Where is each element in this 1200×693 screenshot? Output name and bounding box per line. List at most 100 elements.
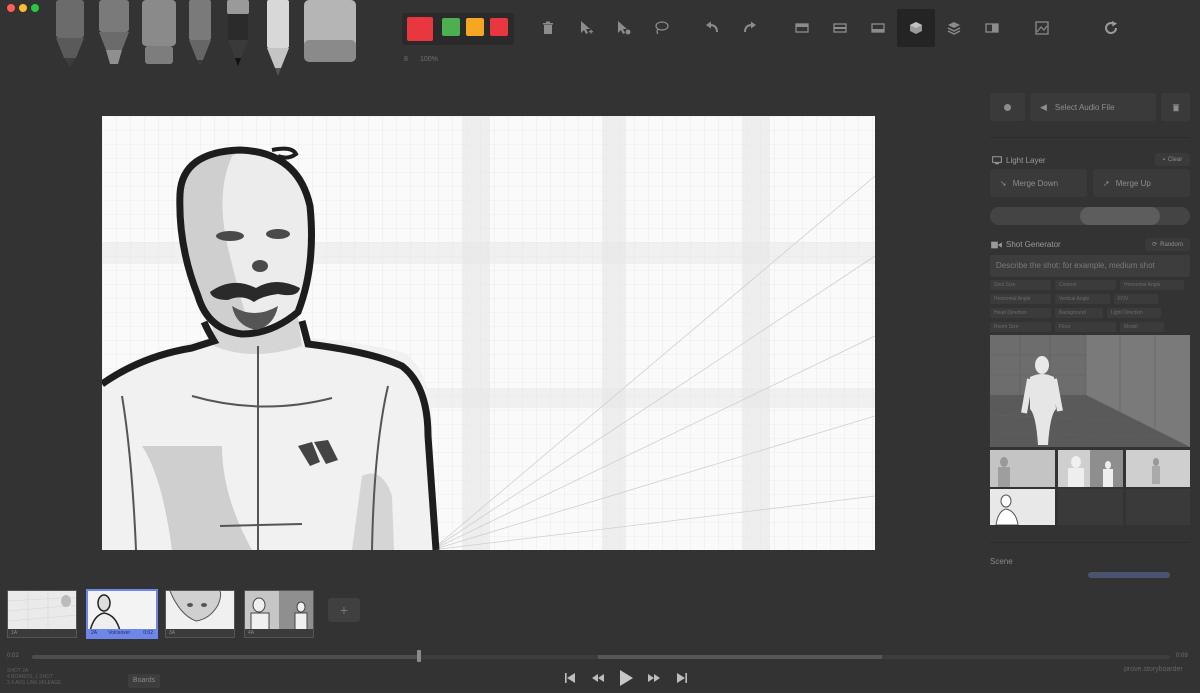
room-preview-graphic <box>990 335 1190 447</box>
add-board-button[interactable]: + <box>328 598 360 622</box>
marker-tool[interactable] <box>140 0 178 68</box>
shot-tag[interactable]: Background <box>1055 308 1103 318</box>
rewind-icon[interactable] <box>590 670 606 686</box>
shot-tag[interactable]: Floor <box>1055 322 1116 332</box>
shot-3d-preview[interactable] <box>990 335 1190 447</box>
board-thumbnail-3[interactable]: 3A <box>165 590 235 638</box>
slider-thumb[interactable] <box>1080 207 1160 225</box>
brush-pen-tool[interactable] <box>96 0 132 68</box>
redo-icon[interactable] <box>739 17 761 39</box>
close-window-button[interactable] <box>7 4 15 12</box>
shot-info-line: 2.4 AVG LINE MILEAGE <box>7 680 62 686</box>
layer-opacity-slider[interactable] <box>990 207 1190 225</box>
camera-thumb-empty <box>1126 489 1190 525</box>
eraser-tool[interactable] <box>302 0 358 68</box>
image-icon[interactable] <box>1031 17 1053 39</box>
scene-dropdown[interactable] <box>1088 572 1170 578</box>
shot-tag[interactable]: Room Size <box>990 322 1051 332</box>
light-pencil-tool[interactable] <box>52 0 88 68</box>
board-thumbnail-1[interactable]: 1A <box>7 590 77 638</box>
shot-tag[interactable]: Content <box>1055 280 1116 290</box>
divider <box>990 137 1190 138</box>
shot-generator-title: Shot Generator <box>1006 240 1061 249</box>
camera-thumb-2[interactable] <box>1058 450 1123 487</box>
tone-pencil-tool[interactable] <box>186 0 214 68</box>
pointer-add-icon[interactable] <box>575 17 597 39</box>
shot-tag[interactable]: Horizontal Angle <box>990 294 1051 304</box>
camera-thumb-graphic <box>990 450 1055 487</box>
shot-description-input[interactable]: Describe the shot: for example, medium s… <box>990 255 1190 277</box>
clear-label: Clear <box>1167 156 1183 163</box>
board-2-graphic <box>88 591 156 632</box>
drawing-canvas[interactable] <box>102 116 875 550</box>
skip-back-icon[interactable] <box>562 670 578 686</box>
fast-forward-icon[interactable] <box>646 670 662 686</box>
shot-tag[interactable]: Horizontal Angle <box>1120 280 1184 290</box>
lasso-icon[interactable] <box>650 17 672 39</box>
board-thumbnail-2-selected[interactable]: 2A Voiceover 0:02 <box>86 589 158 639</box>
brush-opacity-label: 100% <box>420 56 438 63</box>
timeline-playhead[interactable] <box>416 650 421 662</box>
play-icon[interactable] <box>616 667 636 689</box>
shot-tag[interactable]: FOV <box>1114 294 1158 304</box>
monitor-icon <box>992 156 1002 165</box>
cube-icon[interactable] <box>905 17 927 39</box>
plus-icon: + <box>339 602 349 618</box>
board-thumbnail-4[interactable]: 4A <box>244 590 314 638</box>
camera-thumb-empty <box>1058 489 1123 525</box>
color-swatch-red[interactable] <box>490 18 508 36</box>
board-note: Voiceover <box>108 630 131 636</box>
camera-thumb-3[interactable] <box>1126 450 1190 487</box>
boards-button[interactable]: Boards <box>128 674 160 688</box>
timeline-progress <box>32 655 419 659</box>
refresh-icon[interactable] <box>1100 17 1122 39</box>
timeline-board-segment <box>598 655 882 659</box>
layer-a-icon[interactable] <box>791 17 813 39</box>
camera-thumb-4[interactable] <box>990 489 1055 526</box>
color-swatch-green[interactable] <box>442 18 460 36</box>
minimize-window-button[interactable] <box>19 4 27 12</box>
shot-tag[interactable]: Light Direction <box>1107 308 1161 318</box>
layers-icon[interactable] <box>943 17 965 39</box>
zoom-window-button[interactable] <box>31 4 39 12</box>
shot-tag[interactable]: Shot Size <box>990 280 1051 290</box>
eraser-pencil-tool[interactable] <box>264 0 292 78</box>
shot-generator-header: Shot Generator <box>991 240 1061 249</box>
merge-up-icon: ➚ <box>1103 178 1110 188</box>
trash-icon <box>1172 103 1179 111</box>
board-duration: 0:02 <box>143 630 153 636</box>
camera-thumb-1[interactable] <box>990 450 1055 487</box>
timeline-track[interactable] <box>32 655 1170 659</box>
brand-label: prove.storyboarder <box>1124 666 1183 673</box>
board-4-graphic <box>245 591 313 632</box>
color-swatches <box>402 13 514 45</box>
layer-d-icon[interactable] <box>981 17 1003 39</box>
select-audio-button[interactable]: ◀ Select Audio File <box>1030 93 1156 121</box>
shot-tag[interactable]: Model <box>1120 322 1164 332</box>
skip-forward-icon[interactable] <box>674 670 690 686</box>
shot-info: SHOT 2A 4 BOARDS, 1 SHOT 2.4 AVG LINE MI… <box>7 668 61 686</box>
pen-tool[interactable] <box>224 0 252 68</box>
merge-down-label: Merge Down <box>1012 178 1059 188</box>
undo-icon[interactable] <box>701 17 723 39</box>
board-3-graphic <box>166 591 234 631</box>
color-swatch-orange[interactable] <box>466 18 484 36</box>
layer-c-icon[interactable] <box>867 17 889 39</box>
random-icon: ⟳ <box>1152 242 1158 248</box>
trash-icon[interactable] <box>537 17 559 39</box>
board-number: 1A <box>11 630 18 636</box>
layer-b-icon[interactable] <box>829 17 851 39</box>
board-label: 2A Voiceover 0:02 <box>88 629 156 637</box>
shot-tag[interactable]: Head Direction <box>990 308 1051 318</box>
merge-up-button[interactable]: ➚ Merge Up <box>1093 169 1190 197</box>
pointer-remove-icon[interactable] <box>612 17 634 39</box>
random-shot-button[interactable]: ⟳ Random <box>1145 238 1190 251</box>
delete-audio-button[interactable] <box>1161 93 1190 121</box>
merge-down-button[interactable]: ➘ Merge Down <box>990 169 1087 197</box>
current-time: 0:02 <box>7 653 19 659</box>
record-audio-button[interactable] <box>990 93 1025 121</box>
current-color-swatch[interactable] <box>407 17 433 41</box>
record-icon <box>1004 103 1011 111</box>
shot-tag[interactable]: Vertical Angle <box>1055 294 1110 304</box>
clear-layer-button[interactable]: ▪ Clear <box>1155 153 1190 166</box>
